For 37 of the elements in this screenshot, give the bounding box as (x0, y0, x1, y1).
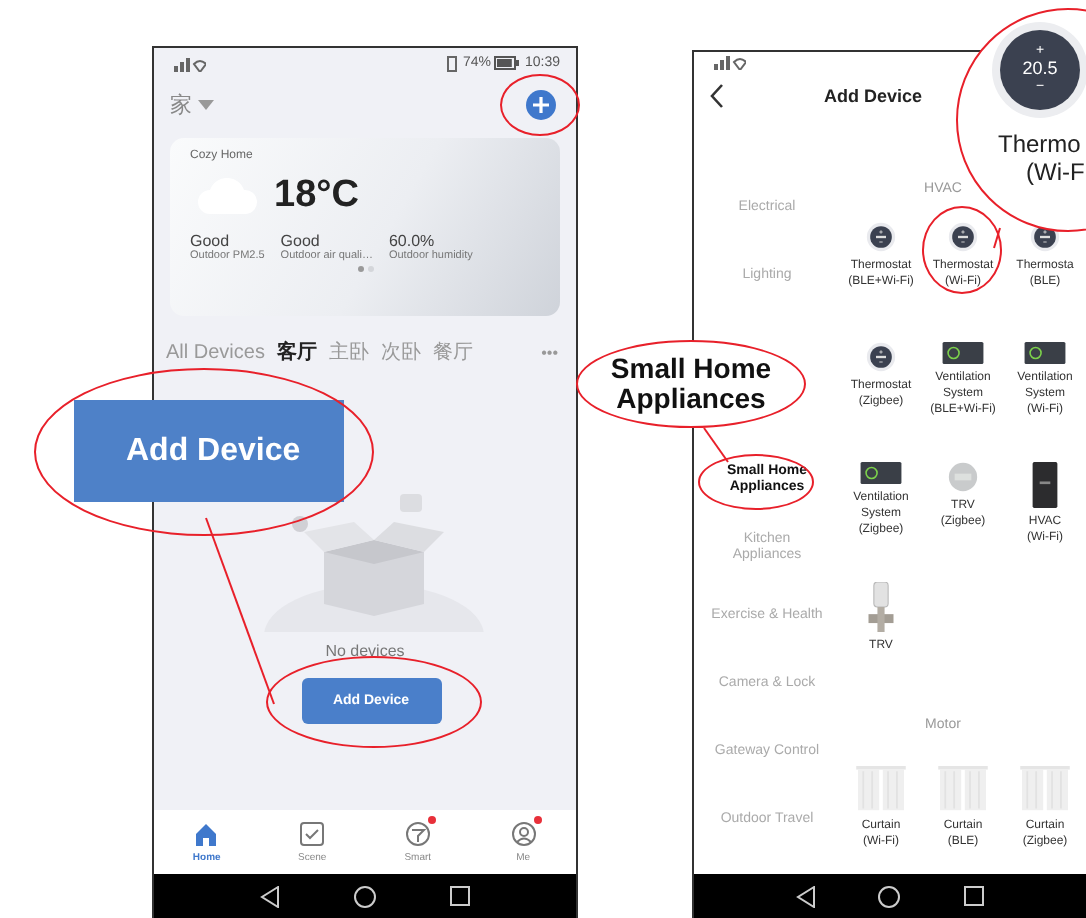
leader-line (703, 427, 729, 463)
home-icon (878, 885, 901, 907)
room-tab[interactable]: 客厅 (276, 338, 317, 366)
device-name: Thermo (998, 130, 1081, 159)
device-name: (Wi-F (1024, 158, 1085, 188)
back-icon (710, 83, 724, 108)
leader-line (993, 227, 1001, 249)
signal-icon (710, 54, 746, 71)
room-tab[interactable]: 次卧 (380, 338, 421, 366)
battery-icon (494, 56, 521, 70)
signal-icon (170, 55, 206, 71)
vibrate-icon (446, 55, 459, 71)
page-dot[interactable] (357, 266, 363, 272)
stat-value: Good (190, 232, 232, 250)
empty-message: No devices (325, 642, 405, 660)
stat-value: Good (280, 232, 322, 250)
funnel-icon (403, 820, 432, 848)
add-icon (526, 89, 556, 119)
back-icon (260, 885, 281, 907)
room-tab[interactable]: All Devices (166, 341, 265, 363)
screen-title: Add Device (824, 85, 923, 106)
caret-icon (198, 99, 214, 109)
more-button[interactable]: ••• (541, 343, 570, 361)
temperature: 18°C (274, 174, 359, 218)
person-icon (509, 820, 538, 848)
stat-value: 60.0% (388, 232, 437, 250)
recents-icon (449, 886, 470, 906)
room-tab[interactable]: 餐厅 (432, 338, 473, 366)
recents-icon (964, 886, 985, 906)
home-name[interactable]: 家 (170, 89, 192, 119)
home-icon (353, 885, 376, 907)
house-icon (192, 820, 221, 848)
room-tab[interactable]: 主卧 (328, 338, 369, 366)
back-icon (795, 885, 816, 907)
checkbox-icon (298, 820, 327, 848)
dial-text: 20.5 (1022, 60, 1058, 80)
add-device-callout: Add Device (74, 400, 344, 502)
